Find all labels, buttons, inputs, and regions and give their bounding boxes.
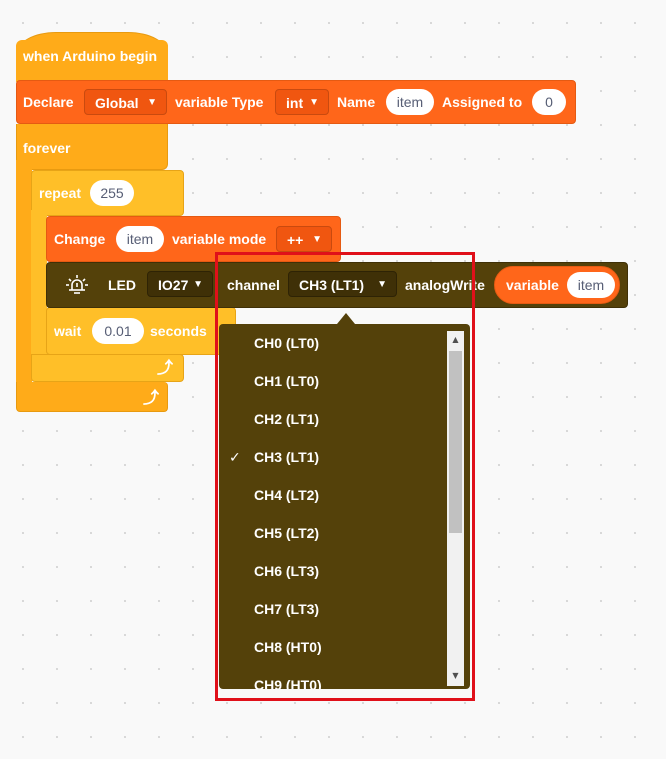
forever-label: forever bbox=[23, 140, 71, 156]
variable-input[interactable]: item bbox=[567, 272, 615, 298]
type-value: int bbox=[286, 95, 304, 111]
name-input[interactable]: item bbox=[386, 89, 434, 115]
scope-dropdown[interactable]: Global ▼ bbox=[84, 89, 167, 115]
caret-down-icon: ▼ bbox=[312, 234, 322, 245]
pin-value: IO27 bbox=[158, 277, 189, 293]
change-var-input[interactable]: item bbox=[116, 226, 164, 252]
type-label: variable Type bbox=[175, 94, 264, 110]
wait-label: wait bbox=[54, 323, 82, 339]
loop-arrow-icon: ⤴ bbox=[157, 360, 174, 377]
led-icon bbox=[65, 273, 89, 297]
repeat-label: repeat bbox=[39, 185, 82, 201]
change-label: Change bbox=[54, 231, 106, 247]
caret-down-icon: ▼ bbox=[309, 97, 319, 108]
assigned-label: Assigned to bbox=[442, 94, 523, 110]
scope-value: Global bbox=[95, 95, 139, 111]
loop-arrow-icon: ⤴ bbox=[143, 390, 160, 407]
repeat-count-input[interactable]: 255 bbox=[90, 180, 134, 206]
repeat-arm bbox=[31, 210, 47, 355]
wait-unit-label: seconds bbox=[150, 323, 207, 339]
assigned-input[interactable]: 0 bbox=[532, 89, 566, 115]
mode-dropdown[interactable]: ++ ▼ bbox=[276, 226, 332, 252]
type-dropdown[interactable]: int ▼ bbox=[275, 89, 329, 115]
led-label: LED bbox=[108, 277, 136, 293]
mode-label: variable mode bbox=[172, 231, 267, 247]
name-label: Name bbox=[337, 94, 376, 110]
pin-dropdown[interactable]: IO27 ▼ bbox=[147, 271, 213, 297]
wait-seconds-input[interactable]: 0.01 bbox=[92, 318, 144, 344]
mode-value: ++ bbox=[287, 232, 304, 248]
caret-down-icon: ▼ bbox=[147, 97, 157, 108]
highlight-box bbox=[215, 252, 475, 701]
forever-arm bbox=[16, 160, 32, 382]
hat-label: when Arduino begin bbox=[23, 48, 158, 64]
variable-label: variable bbox=[506, 277, 559, 293]
caret-down-icon: ▼ bbox=[193, 279, 203, 290]
declare-label: Declare bbox=[23, 94, 74, 110]
